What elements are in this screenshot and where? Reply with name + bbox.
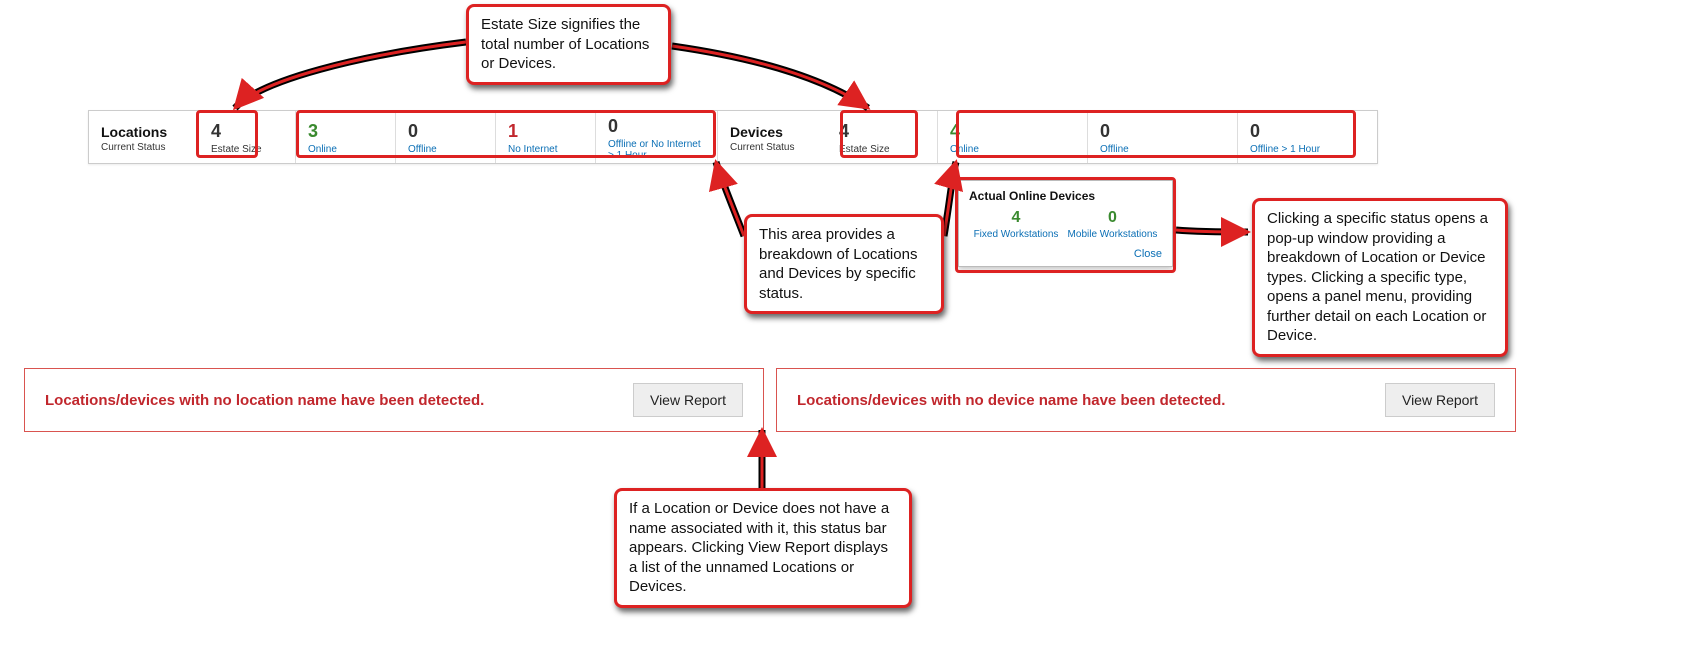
online-devices-popup: Actual Online Devices 4 Fixed Workstatio… — [958, 180, 1173, 267]
devices-estate-size[interactable]: 4 Estate Size — [827, 111, 937, 163]
stat-value: 0 — [1100, 121, 1227, 142]
stat-value: 0 — [408, 121, 485, 142]
devices-header: Devices Current Status — [717, 111, 827, 163]
popup-item-value: 4 — [974, 209, 1059, 227]
locations-stat-online[interactable]: 3 Online — [295, 111, 395, 163]
devices-estate-size-value: 4 — [839, 121, 927, 142]
popup-item-label: Mobile Workstations — [1068, 229, 1158, 240]
stat-label: Online — [950, 144, 1077, 155]
locations-header: Locations Current Status — [89, 111, 199, 163]
status-bar: Locations Current Status 4 Estate Size 3… — [88, 110, 1378, 164]
devices-estate-size-label: Estate Size — [839, 144, 927, 155]
alert-row: Locations/devices with no location name … — [24, 368, 1516, 432]
stat-value: 4 — [950, 121, 1077, 142]
locations-estate-size-value: 4 — [211, 121, 285, 142]
alert-no-device-name: Locations/devices with no device name ha… — [776, 368, 1516, 432]
stat-label: Online — [308, 144, 385, 155]
callout-unnamed-bar: If a Location or Device does not have a … — [614, 488, 912, 608]
popup-title: Actual Online Devices — [969, 189, 1162, 203]
stat-label: No Internet — [508, 144, 585, 155]
devices-stat-offline-1hr[interactable]: 0 Offline > 1 Hour — [1237, 111, 1377, 163]
callout-status-click: Clicking a specific status opens a pop-u… — [1252, 198, 1508, 357]
popup-item-label: Fixed Workstations — [974, 229, 1059, 240]
callout-estate-size: Estate Size signifies the total number o… — [466, 4, 671, 85]
popup-close[interactable]: Close — [969, 248, 1162, 260]
locations-stat-offline[interactable]: 0 Offline — [395, 111, 495, 163]
devices-stat-online[interactable]: 4 Online — [937, 111, 1087, 163]
locations-stat-offline-1hr[interactable]: 0 Offline or No Internet > 1 Hour — [595, 111, 717, 163]
stat-value: 0 — [1250, 121, 1367, 142]
popup-mobile-workstations[interactable]: 0 Mobile Workstations — [1068, 209, 1158, 240]
locations-subtitle: Current Status — [101, 142, 189, 153]
stat-label: Offline or No Internet > 1 Hour — [608, 139, 707, 161]
locations-estate-size-label: Estate Size — [211, 144, 285, 155]
alert-message: Locations/devices with no device name ha… — [797, 392, 1225, 409]
stat-value: 0 — [608, 116, 707, 137]
alert-no-location-name: Locations/devices with no location name … — [24, 368, 764, 432]
stat-value: 3 — [308, 121, 385, 142]
locations-stat-no-internet[interactable]: 1 No Internet — [495, 111, 595, 163]
devices-title: Devices — [730, 124, 817, 140]
stat-label: Offline > 1 Hour — [1250, 144, 1367, 155]
stat-value: 1 — [508, 121, 585, 142]
devices-subtitle: Current Status — [730, 142, 817, 153]
popup-item-value: 0 — [1068, 209, 1158, 227]
devices-stat-offline[interactable]: 0 Offline — [1087, 111, 1237, 163]
alert-message: Locations/devices with no location name … — [45, 392, 484, 409]
stat-label: Offline — [1100, 144, 1227, 155]
popup-fixed-workstations[interactable]: 4 Fixed Workstations — [974, 209, 1059, 240]
view-report-button[interactable]: View Report — [633, 383, 743, 417]
locations-title: Locations — [101, 124, 189, 140]
stat-label: Offline — [408, 144, 485, 155]
locations-estate-size[interactable]: 4 Estate Size — [199, 111, 295, 163]
callout-breakdown: This area provides a breakdown of Locati… — [744, 214, 944, 314]
view-report-button[interactable]: View Report — [1385, 383, 1495, 417]
